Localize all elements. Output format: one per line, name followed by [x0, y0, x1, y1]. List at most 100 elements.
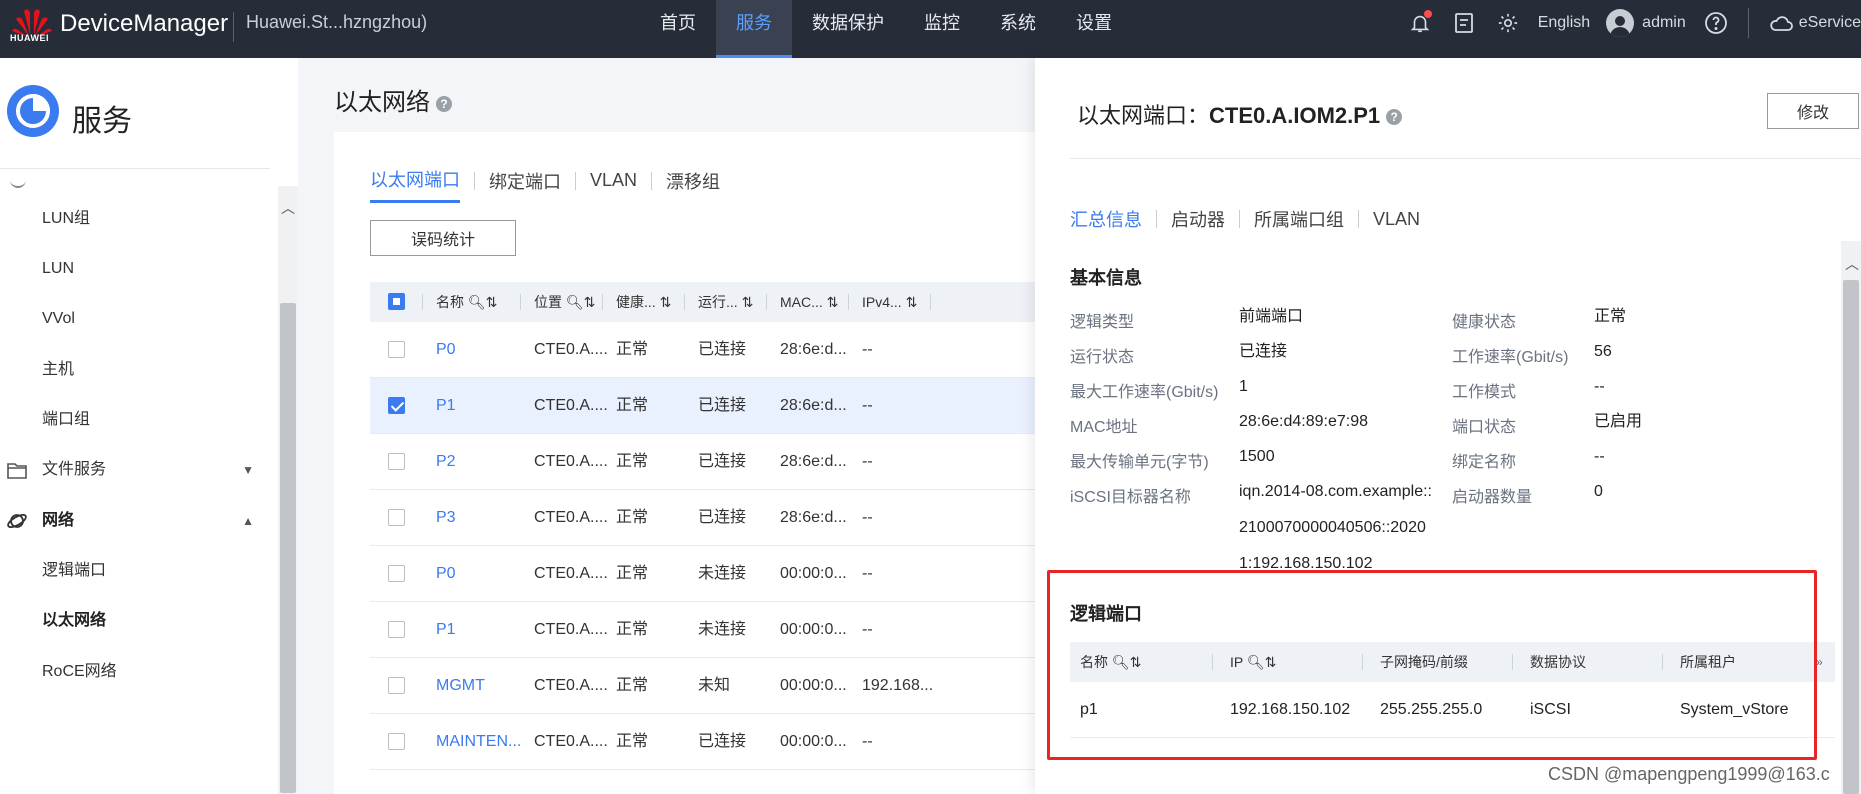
sort-icon[interactable]: ⇅: [486, 294, 498, 310]
collapsed-item-icon: [10, 180, 26, 188]
sidebar-item-label: RoCE网络: [42, 663, 117, 680]
sidebar-item-network[interactable]: 网络 ▲: [0, 496, 278, 546]
scroll-up-icon[interactable]: ︿: [281, 198, 295, 218]
sort-icon[interactable]: ⇅: [1130, 654, 1142, 670]
nav-data-protection[interactable]: 数据保护: [792, 0, 904, 58]
sidebar-item-logical-port[interactable]: 逻辑端口: [0, 546, 278, 596]
table-row[interactable]: MAINTEN... CTE0.A.... 正常 已连接 00:00:0... --: [370, 714, 1094, 770]
table-row[interactable]: P0 CTE0.A.... 正常 未连接 00:00:0... --: [370, 546, 1094, 602]
column-header-ipv4[interactable]: IPv4... ⇅: [862, 282, 917, 322]
cell-name[interactable]: P0: [436, 322, 456, 378]
tab-drawer-vlan[interactable]: VLAN: [1373, 209, 1420, 238]
table-row[interactable]: p1 192.168.150.102 255.255.255.0 iSCSI S…: [1070, 682, 1835, 738]
cloud-icon[interactable]: [1767, 9, 1795, 37]
nav-services[interactable]: 服务: [716, 0, 792, 58]
search-icon[interactable]: 🔍︎: [566, 294, 584, 310]
sidebar-item-vvol[interactable]: VVol: [0, 294, 278, 344]
edit-button[interactable]: 修改: [1767, 93, 1859, 129]
tab-failover-group[interactable]: 漂移组: [666, 168, 720, 202]
cell-name[interactable]: MGMT: [436, 658, 485, 714]
nav-monitoring[interactable]: 监控: [904, 0, 980, 58]
sidebar-item-lun-group[interactable]: LUN组: [0, 194, 278, 244]
scroll-up-icon[interactable]: ︿: [1845, 254, 1859, 274]
services-pie-icon: [7, 85, 59, 137]
table-row[interactable]: P1 CTE0.A.... 正常 已连接 28:6e:d... --: [370, 378, 1094, 434]
column-header-location[interactable]: 位置 🔍︎⇅: [534, 282, 595, 322]
cell-name[interactable]: MAINTEN...: [436, 714, 521, 770]
basic-info-title: 基本信息: [1070, 268, 1142, 288]
sort-icon[interactable]: ⇅: [660, 294, 672, 310]
sidebar-item-lun[interactable]: LUN: [0, 244, 278, 294]
table-row[interactable]: MGMT CTE0.A.... 正常 未知 00:00:0... 192.168...: [370, 658, 1094, 714]
tab-port-group[interactable]: 所属端口组: [1254, 206, 1344, 240]
error-stats-button[interactable]: 误码统计: [370, 220, 516, 256]
chevron-up-icon: ▲: [242, 514, 254, 528]
row-checkbox[interactable]: [388, 509, 405, 526]
row-checkbox[interactable]: [388, 733, 405, 750]
column-header-lp-ip[interactable]: IP 🔍︎⇅: [1230, 642, 1276, 682]
nav-home[interactable]: 首页: [640, 0, 716, 58]
nav-settings[interactable]: 设置: [1056, 0, 1132, 58]
sidebar-item-port-group[interactable]: 端口组: [0, 395, 278, 445]
gear-icon[interactable]: [1494, 9, 1522, 37]
cell-name[interactable]: P1: [436, 378, 456, 434]
help-icon[interactable]: ?: [1386, 109, 1403, 126]
tab-ethernet-port[interactable]: 以太网端口: [370, 166, 460, 203]
cell-location: CTE0.A....: [534, 733, 608, 750]
column-header-lp-name[interactable]: 名称 🔍︎⇅: [1080, 642, 1141, 682]
search-icon[interactable]: 🔍︎: [1112, 654, 1130, 670]
sidebar-item-host[interactable]: 主机: [0, 345, 278, 395]
eservice-link[interactable]: eService: [1799, 14, 1861, 32]
sidebar-item-ethernet[interactable]: 以太网络: [0, 596, 278, 646]
tab-initiator[interactable]: 启动器: [1171, 206, 1225, 240]
column-header-name[interactable]: 名称 🔍︎⇅: [436, 282, 497, 322]
help-icon[interactable]: [1702, 9, 1730, 37]
search-icon[interactable]: 🔍︎: [468, 294, 486, 310]
bell-icon[interactable]: [1406, 9, 1434, 37]
cell-name[interactable]: P3: [436, 490, 456, 546]
main-card: 以太网端口 绑定端口 VLAN 漂移组 误码统计 名称 🔍︎⇅ 位置 🔍︎⇅ 健…: [334, 132, 1094, 794]
user-avatar-icon[interactable]: [1606, 9, 1635, 37]
cell-name[interactable]: P1: [436, 602, 456, 658]
sidebar-item-roce[interactable]: RoCE网络: [0, 647, 278, 697]
device-name[interactable]: Huawei.St...hzngzhou): [246, 12, 427, 33]
cell-mac: 00:00:0...: [780, 621, 847, 638]
table-row[interactable]: P3 CTE0.A.... 正常 已连接 28:6e:d... --: [370, 490, 1094, 546]
sort-icon[interactable]: ⇅: [584, 294, 596, 310]
row-checkbox[interactable]: [388, 397, 405, 414]
nav-system[interactable]: 系统: [980, 0, 1056, 58]
row-checkbox[interactable]: [388, 677, 405, 694]
sidebar-item-file-services[interactable]: 文件服务 ▼: [0, 445, 278, 495]
column-header-health[interactable]: 健康... ⇅: [616, 282, 671, 322]
expand-columns-icon[interactable]: »: [1816, 642, 1823, 682]
row-checkbox[interactable]: [388, 565, 405, 582]
row-checkbox[interactable]: [388, 453, 405, 470]
help-icon[interactable]: ?: [436, 95, 452, 112]
search-icon[interactable]: 🔍︎: [1247, 654, 1265, 670]
select-all-checkbox[interactable]: [388, 293, 405, 310]
tab-vlan[interactable]: VLAN: [590, 170, 637, 199]
sort-icon[interactable]: ⇅: [1265, 654, 1277, 670]
row-checkbox[interactable]: [388, 621, 405, 638]
table-row[interactable]: P2 CTE0.A.... 正常 已连接 28:6e:d... --: [370, 434, 1094, 490]
table-row[interactable]: P0 CTE0.A.... 正常 已连接 28:6e:d... --: [370, 322, 1094, 378]
app-title: DeviceManager: [60, 10, 229, 37]
cell-mac: 28:6e:d...: [780, 453, 847, 470]
user-name[interactable]: admin: [1642, 14, 1686, 32]
language-switch[interactable]: English: [1538, 14, 1590, 32]
column-header-mac[interactable]: MAC... ⇅: [780, 282, 838, 322]
sort-icon[interactable]: ⇅: [742, 294, 754, 310]
row-checkbox[interactable]: [388, 341, 405, 358]
drawer-scrollbar-thumb[interactable]: [1843, 280, 1859, 794]
cell-name[interactable]: P0: [436, 546, 456, 602]
tab-summary[interactable]: 汇总信息: [1070, 206, 1142, 240]
task-list-icon[interactable]: [1450, 9, 1478, 37]
tab-bond-port[interactable]: 绑定端口: [489, 168, 561, 202]
sort-icon[interactable]: ⇅: [906, 294, 918, 310]
table-row[interactable]: P1 CTE0.A.... 正常 未连接 00:00:0... --: [370, 602, 1094, 658]
cell-name[interactable]: P2: [436, 434, 456, 490]
sort-icon[interactable]: ⇅: [827, 294, 839, 310]
info-label: 逻辑类型: [1070, 314, 1135, 331]
sidebar-scrollbar-thumb[interactable]: [280, 303, 296, 793]
column-header-running[interactable]: 运行... ⇅: [698, 282, 753, 322]
